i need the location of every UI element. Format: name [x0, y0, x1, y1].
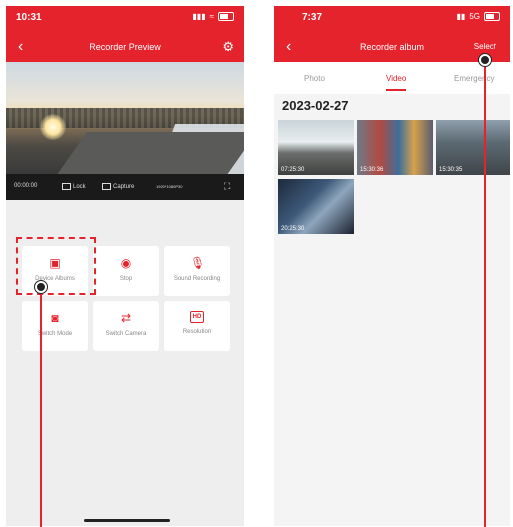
- preview-control-bar: 00:00:00 Lock Capture 1920*1080P30 ⛶: [6, 174, 244, 200]
- switch-mode-button[interactable]: ◙ Switch Mode: [22, 301, 88, 351]
- status-bar: 7:37 ▮▮ 5G: [274, 6, 510, 32]
- active-tab-indicator: [386, 89, 406, 91]
- resolution-button[interactable]: HD Resolution: [164, 301, 230, 351]
- status-icons: ▮▮▮ ≈: [192, 12, 234, 21]
- lock-button[interactable]: Lock: [62, 183, 86, 190]
- tile-label: Switch Camera: [105, 331, 147, 337]
- home-indicator: [84, 519, 170, 522]
- switch-camera-icon: ⇄: [120, 311, 132, 325]
- album-tabs: Photo Video Emergency: [274, 62, 510, 94]
- preview-sun: [40, 114, 66, 140]
- battery-icon: [218, 12, 234, 21]
- switch-camera-button[interactable]: ⇄ Switch Camera: [93, 301, 159, 351]
- callout-leader-left: [40, 288, 42, 527]
- sound-recording-button[interactable]: 🎙 Sound Recording: [164, 246, 230, 296]
- preview-road: [44, 132, 244, 174]
- status-bar: 10:31 ▮▮▮ ≈: [6, 6, 244, 32]
- video-thumbnail[interactable]: 07:25:30: [278, 120, 354, 175]
- fullscreen-icon[interactable]: ⛶: [224, 181, 230, 192]
- tile-label: Resolution: [182, 329, 212, 335]
- tile-label: Switch Mode: [37, 331, 73, 337]
- recorder-album-screen: 7:37 ▮▮ 5G ‹ Recorder album Select Photo…: [274, 6, 510, 526]
- callout-leader-right: [484, 60, 486, 527]
- recording-timer: 00:00:00: [14, 183, 38, 189]
- camera-preview: [6, 62, 244, 174]
- hd-icon: HD: [190, 311, 204, 323]
- callout-dot-left: [35, 281, 47, 293]
- camera-capture-icon: [102, 183, 111, 190]
- status-time: 10:31: [16, 12, 42, 23]
- status-time: 7:37: [302, 12, 323, 23]
- camera-icon: ◙: [51, 311, 59, 325]
- video-time: 15:30:35: [439, 167, 463, 173]
- capture-label: Capture: [113, 184, 135, 191]
- stop-button[interactable]: ◉ Stop: [93, 246, 159, 296]
- microphone-icon: 🎙: [190, 256, 206, 270]
- network-type: 5G: [469, 12, 480, 21]
- video-time: 15:30:36: [360, 167, 384, 173]
- callout-highlight-device-albums: [16, 237, 96, 295]
- date-header: 2023-02-27: [282, 98, 349, 113]
- signal-icon: ▮▮▮: [192, 12, 206, 21]
- video-thumbnail[interactable]: 15:30:36: [357, 120, 433, 175]
- lock-icon: [62, 183, 71, 190]
- tile-label: Sound Recording: [173, 276, 221, 282]
- video-thumbnail[interactable]: 20:25:30: [278, 179, 354, 234]
- resolution-readout: 1920*1080P30: [156, 184, 183, 189]
- video-time: 20:25:30: [281, 226, 305, 232]
- page-title: Recorder Preview: [89, 42, 161, 52]
- nav-bar: ‹ Recorder Preview ⚙: [6, 32, 244, 62]
- callout-dot-right: [479, 54, 491, 66]
- video-thumbnail[interactable]: 15:30:35: [436, 120, 510, 175]
- stop-icon: ◉: [120, 256, 132, 270]
- status-icons: ▮▮ 5G: [457, 12, 500, 21]
- tile-label: Stop: [119, 276, 133, 282]
- tab-emergency[interactable]: Emergency: [454, 74, 494, 83]
- tab-video[interactable]: Video: [386, 74, 406, 83]
- tab-photo[interactable]: Photo: [304, 74, 325, 83]
- wifi-icon: ≈: [209, 12, 214, 21]
- lock-label: Lock: [73, 184, 86, 191]
- video-time: 07:25:30: [281, 167, 305, 173]
- signal-icon: ▮▮: [456, 12, 466, 21]
- settings-gear-icon[interactable]: ⚙: [222, 39, 234, 55]
- capture-button[interactable]: Capture: [102, 183, 134, 190]
- battery-icon: [484, 12, 500, 21]
